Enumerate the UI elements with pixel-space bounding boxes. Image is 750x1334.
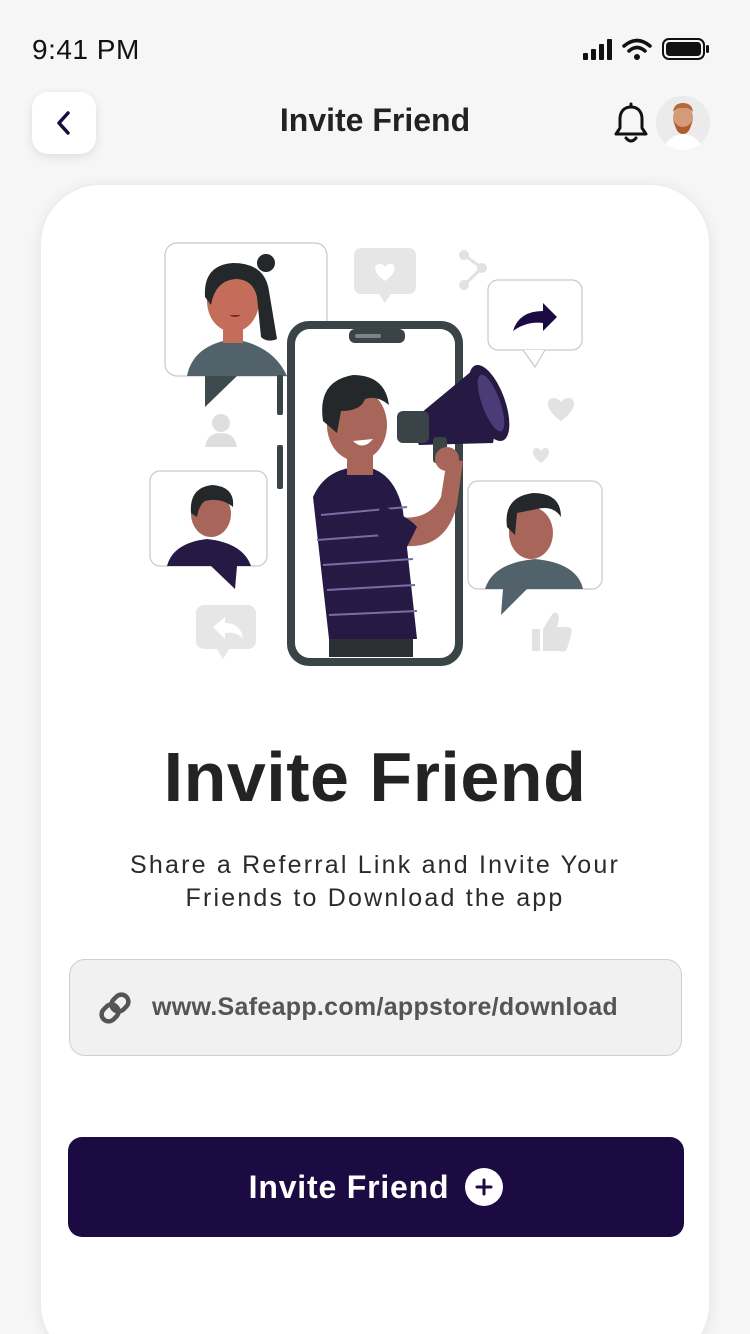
man-bubble-left — [149, 470, 268, 589]
subtitle: Share a Referral Link and Invite Your Fr… — [81, 849, 669, 915]
man-bubble-right — [467, 480, 603, 615]
bell-icon — [614, 102, 648, 143]
status-time: 9:41 PM — [32, 34, 140, 65]
wifi-icon — [622, 38, 652, 60]
user-avatar-icon — [656, 96, 710, 150]
avatar[interactable] — [656, 96, 710, 150]
battery-icon — [662, 38, 710, 60]
referral-link-field[interactable]: www.Safeapp.com/appstore/download — [69, 959, 682, 1056]
invite-card: Invite Friend Share a Referral Link and … — [40, 184, 710, 1334]
link-icon — [99, 991, 131, 1024]
invite-button-label: Invite Friend — [248, 1168, 450, 1205]
plus-icon — [465, 1168, 504, 1206]
referral-link-text: www.Safeapp.com/appstore/download — [152, 993, 618, 1021]
invite-friend-button[interactable]: Invite Friend — [68, 1137, 684, 1237]
thumbs-up-icon — [532, 612, 572, 652]
heart-bubble-icon — [354, 248, 416, 303]
share-nodes-icon — [459, 250, 487, 290]
status-bar: 9:41 PM — [0, 0, 750, 90]
reply-bubble-icon — [196, 605, 256, 659]
header: Invite Friend — [0, 92, 750, 156]
hero-title: Invite Friend — [163, 738, 587, 816]
person-silhouette-icon — [205, 414, 237, 447]
subtitle-line: Friends to Download the app — [185, 884, 565, 912]
notification-button[interactable] — [612, 102, 650, 146]
subtitle-line: Share a Referral Link and Invite Your — [130, 851, 620, 879]
heart-icon — [532, 448, 550, 463]
share-arrow-bubble — [487, 279, 583, 369]
status-icons — [583, 38, 710, 60]
heart-icon — [547, 398, 575, 421]
invite-illustration — [149, 242, 603, 666]
signal-icon — [583, 38, 612, 60]
